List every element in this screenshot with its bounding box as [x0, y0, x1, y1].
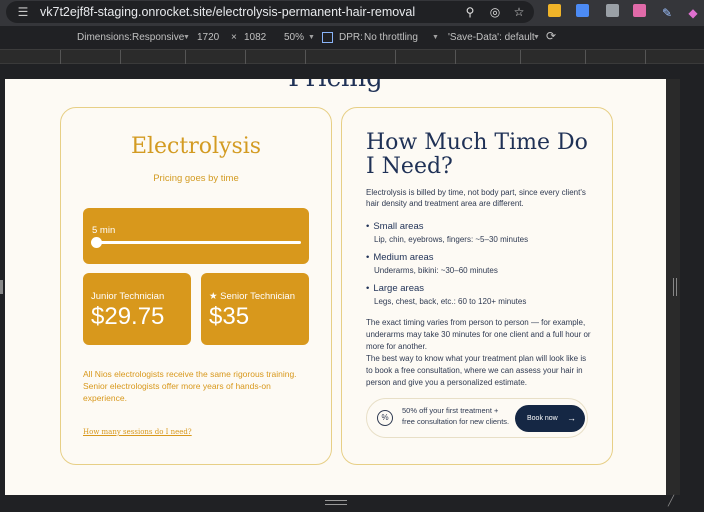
consultation-paragraph: The best way to know what your treatment… [366, 354, 587, 387]
senior-technician-price-card: ★ Senior Technician $35 [201, 273, 309, 345]
bullet-icon: • [366, 252, 370, 263]
billing-intro: Electrolysis is billed by time, not body… [366, 188, 586, 208]
resize-handle-left[interactable] [0, 280, 3, 294]
bullet-icon: • [366, 221, 370, 232]
url-text[interactable]: vk7t2ejf8f-staging.onrocket.site/electro… [40, 4, 415, 20]
area-description: Underarms, bikini: ~30–60 minutes [374, 266, 498, 275]
time-slider-track[interactable] [95, 241, 301, 244]
save-data-select[interactable]: 'Save-Data': default [448, 32, 535, 44]
extension-icon-5[interactable]: ◆ [684, 4, 702, 22]
area-item-medium: • Medium areas Underarms, bikini: ~30–60 … [366, 252, 596, 276]
dpr-label: DPR: [339, 32, 363, 43]
junior-technician-price-card: Junior Technician $29.75 [83, 273, 191, 345]
omnibox[interactable]: ☰ vk7t2ejf8f-staging.onrocket.site/elect… [6, 1, 534, 23]
dimensions-mode-select[interactable]: Responsive [132, 32, 184, 44]
media-query-ruler [0, 50, 704, 64]
senior-technician-label: ★ Senior Technician [209, 291, 295, 302]
device-toolbar: Dimensions: Responsive ▼ 1720 × 1082 50%… [0, 26, 704, 50]
page-viewport: Pricing Electrolysis Pricing goes by tim… [5, 79, 666, 495]
browser-toolbar: ☰ vk7t2ejf8f-staging.onrocket.site/elect… [0, 0, 704, 26]
resize-handle-corner[interactable]: ╱ [668, 496, 674, 507]
sessions-link[interactable]: How many sessions do I need? [83, 428, 192, 436]
chevron-down-icon: ▼ [533, 34, 540, 41]
slider-value-label: 5 min [92, 225, 116, 236]
zoom-icon[interactable]: ⚲ [461, 3, 479, 21]
resize-handle-bottom[interactable] [325, 500, 347, 505]
area-item-large: • Large areas Legs, chest, back, etc.: 60… [366, 283, 596, 307]
chevron-down-icon: ▼ [183, 34, 190, 41]
junior-technician-label: Junior Technician [91, 291, 165, 302]
training-note: All Nios electrologists receive the same… [83, 369, 297, 403]
width-input[interactable]: 1720 [197, 32, 219, 44]
height-input[interactable]: 1082 [244, 32, 266, 44]
tracking-off-icon[interactable]: ◎ [486, 3, 504, 21]
chevron-down-icon: ▼ [432, 34, 439, 41]
rotate-icon[interactable]: ⟳ [546, 30, 556, 42]
time-slider-thumb[interactable] [91, 237, 102, 248]
chevron-down-icon: ▼ [308, 34, 315, 41]
eyedropper-icon[interactable]: ✎ [658, 4, 676, 22]
timing-paragraph: The exact timing varies from person to p… [366, 318, 591, 351]
bullet-icon: • [366, 283, 370, 294]
senior-technician-price: $35 [209, 303, 250, 330]
book-now-label: Book now [527, 415, 558, 422]
site-settings-icon[interactable]: ☰ [14, 3, 32, 21]
promo-banner: % 50% off your first treatment + free co… [366, 398, 588, 438]
promo-text: 50% off your first treatment + free cons… [402, 406, 510, 426]
junior-technician-price: $29.75 [91, 303, 165, 330]
electrolysis-pricing-card: Electrolysis Pricing goes by time 5 min … [60, 107, 332, 465]
times-sign: × [231, 32, 237, 43]
arrow-right-icon: → [567, 413, 576, 423]
time-info-card: How Much Time Do I Need? Electrolysis is… [341, 107, 613, 465]
extension-icon-4[interactable] [633, 4, 646, 17]
zoom-select[interactable]: 50% [284, 32, 304, 44]
area-item-small: • Small areas Lip, chin, eyebrows, finger… [366, 221, 596, 245]
area-description: Lip, chin, eyebrows, fingers: ~5–30 minu… [374, 235, 529, 244]
section-heading: Pricing [5, 79, 666, 93]
card-title: Electrolysis [130, 134, 262, 159]
area-name: Small areas [373, 221, 424, 232]
time-info-title: How Much Time Do I Need? [366, 130, 588, 179]
percent-icon: % [377, 410, 393, 426]
extension-icon-1[interactable] [548, 4, 561, 17]
dimensions-label: Dimensions: [77, 32, 133, 43]
area-name: Large areas [373, 283, 425, 294]
book-now-button[interactable]: Book now → [515, 405, 585, 432]
card-subtitle: Pricing goes by time [153, 173, 239, 184]
resize-handle-right[interactable] [673, 278, 677, 296]
extension-icon-2[interactable] [576, 4, 589, 17]
extension-icon-3[interactable] [606, 4, 619, 17]
bookmark-star-icon[interactable]: ☆ [510, 3, 528, 21]
dpr-icon[interactable] [322, 32, 333, 43]
area-name: Medium areas [373, 252, 434, 263]
area-description: Legs, chest, back, etc.: 60 to 120+ minu… [374, 297, 527, 306]
throttling-select[interactable]: No throttling [364, 32, 418, 44]
time-slider-panel: 5 min [83, 208, 309, 264]
